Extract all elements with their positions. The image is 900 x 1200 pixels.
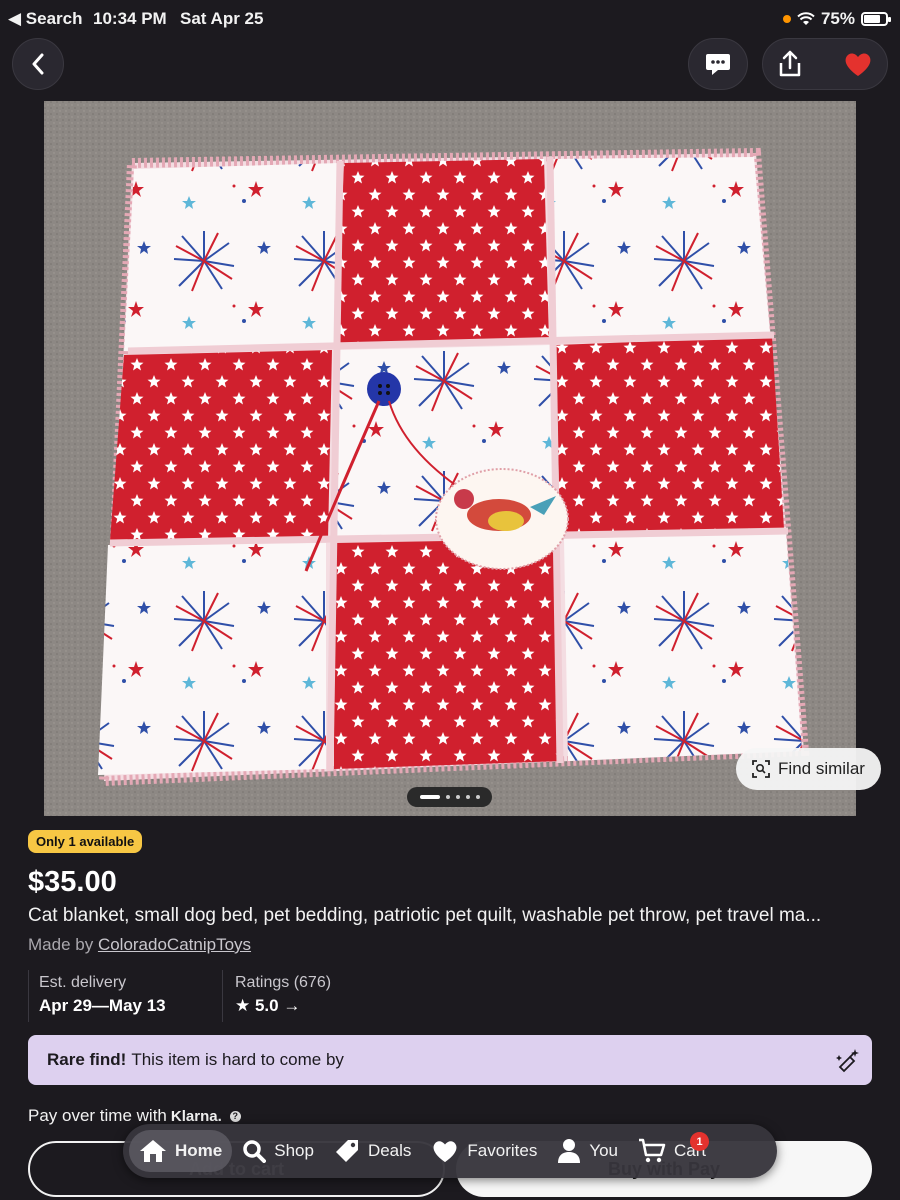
battery-icon <box>861 12 891 26</box>
rare-find-bold: Rare find! <box>47 1050 127 1069</box>
person-icon <box>558 1139 581 1163</box>
klarna-logo: Klarna. <box>170 1107 222 1125</box>
home-icon <box>140 1140 166 1162</box>
status-time: 10:34 PM <box>93 9 167 28</box>
tab-you[interactable]: You <box>547 1130 628 1172</box>
contact-seller-button[interactable] <box>688 38 748 90</box>
pager-dot <box>445 795 450 799</box>
klarna-prefix: Pay over time with <box>28 1106 167 1125</box>
product-image[interactable] <box>44 101 856 816</box>
made-by-prefix: Made by <box>28 935 98 954</box>
tab-home-label: Home <box>175 1141 223 1160</box>
tab-deals-label: Deals <box>367 1141 412 1160</box>
ratings-info[interactable]: Ratings (676) ★ 5.0 → <box>222 970 341 1022</box>
tag-icon <box>335 1140 358 1162</box>
status-indicators: 75% <box>782 9 891 29</box>
info-row: Est. delivery Apr 29—May 13 Ratings (676… <box>28 970 341 1022</box>
pager-current <box>419 795 440 799</box>
info-icon[interactable]: ? <box>229 1110 241 1122</box>
pager-dot <box>455 795 460 799</box>
back-button[interactable] <box>12 38 64 90</box>
availability-badge: Only 1 available <box>28 830 143 853</box>
listing-title[interactable]: Cat blanket, small dog bed, pet bedding,… <box>28 905 878 927</box>
made-by: Made by ColoradoCatnipToys <box>28 935 251 955</box>
status-back-to-search[interactable]: ◀ Search <box>8 9 83 29</box>
share-favorite-group <box>762 38 888 90</box>
visual-search-icon <box>752 760 770 778</box>
klarna-row[interactable]: Pay over time with Klarna. ? <box>28 1106 241 1126</box>
rating-value[interactable]: ★ 5.0 → <box>235 996 331 1016</box>
tab-bar: Home Shop Deals Favorites You Cart 1 <box>123 1124 777 1178</box>
pager-dot <box>475 795 480 799</box>
wifi-icon <box>797 12 815 25</box>
price: $35.00 <box>28 866 117 898</box>
rare-find-banner: Rare find! This item is hard to come by <box>28 1035 872 1085</box>
favorite-heart-icon[interactable] <box>843 51 873 77</box>
delivery-value: Apr 29—May 13 <box>39 996 166 1015</box>
chevron-left-icon <box>32 53 44 75</box>
share-icon[interactable] <box>777 50 803 78</box>
quilt-photo <box>44 101 856 816</box>
pager-dot <box>465 795 470 799</box>
recording-dot-icon <box>782 15 791 23</box>
image-pager[interactable] <box>407 787 492 807</box>
ratings-label: Ratings (676) <box>235 974 332 991</box>
heart-icon <box>433 1141 457 1163</box>
tab-favorites-label: Favorites <box>467 1141 538 1160</box>
tab-you-label: You <box>589 1141 619 1160</box>
tab-deals[interactable]: Deals <box>324 1130 421 1172</box>
tab-shop-label: Shop <box>274 1141 314 1160</box>
find-similar-button[interactable]: Find similar <box>736 748 881 790</box>
cart-icon <box>639 1138 666 1163</box>
status-bar: ◀ Search 10:34 PM Sat Apr 25 75% <box>0 0 900 36</box>
tab-favorites[interactable]: Favorites <box>421 1130 547 1172</box>
search-icon <box>243 1140 267 1163</box>
cart-count-badge: 1 <box>690 1132 710 1151</box>
delivery-label: Est. delivery <box>39 974 127 991</box>
find-similar-label: Find similar <box>778 759 865 778</box>
tab-cart[interactable]: Cart 1 <box>628 1130 716 1172</box>
rare-find-text: This item is hard to come by <box>131 1050 344 1069</box>
status-date: Sat Apr 25 <box>180 9 264 28</box>
sparkle-gem-icon <box>836 1049 859 1073</box>
delivery-info: Est. delivery Apr 29—May 13 <box>28 970 222 1022</box>
battery-percent: 75% <box>820 9 855 28</box>
seller-link[interactable]: ColoradoCatnipToys <box>98 935 251 954</box>
tab-home[interactable]: Home <box>129 1130 233 1172</box>
chat-icon <box>706 54 730 75</box>
tab-shop[interactable]: Shop <box>232 1130 324 1172</box>
